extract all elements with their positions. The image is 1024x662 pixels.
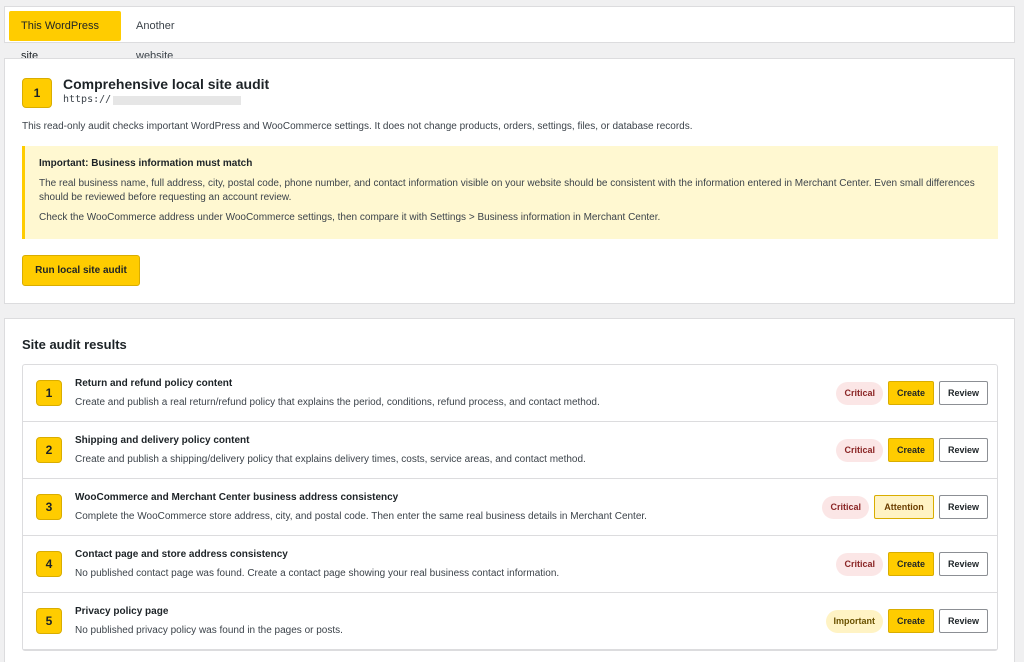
result-number-badge: 3 <box>36 494 62 520</box>
result-title: Shipping and delivery policy content <box>75 435 250 446</box>
result-number-badge: 2 <box>36 437 62 463</box>
notice-text: The real business name, full address, ci… <box>39 178 975 203</box>
severity-badge: Critical <box>836 438 883 462</box>
result-row: 4 Contact page and store address consist… <box>23 536 997 593</box>
notice-text: Check the WooCommerce address under WooC… <box>39 212 661 223</box>
url-redaction <box>113 96 241 105</box>
severity-badge: Critical <box>836 381 883 405</box>
audit-title: Comprehensive local site audit <box>63 76 270 92</box>
results-title: Site audit results <box>22 337 127 352</box>
result-number-badge: 1 <box>36 380 62 406</box>
severity-badge: Important <box>825 609 883 633</box>
create-button[interactable]: Create <box>888 438 934 462</box>
notice-title: Important: Business information must mat… <box>39 158 253 169</box>
tabs-bar: This WordPress site Another website <box>4 6 1015 62</box>
business-info-notice: Important: Business information must mat… <box>22 146 998 239</box>
tab-another-website[interactable]: Another website <box>124 11 226 62</box>
result-title: Contact page and store address consisten… <box>75 549 288 560</box>
audit-step-badge: 1 <box>22 78 52 108</box>
audit-url: https:// <box>63 94 112 105</box>
review-button[interactable]: Review <box>939 495 988 519</box>
result-description: Complete the WooCommerce store address, … <box>75 511 647 522</box>
attention-button[interactable]: Attention <box>874 495 934 519</box>
run-audit-button[interactable]: Run local site audit <box>22 255 140 286</box>
review-button[interactable]: Review <box>939 438 988 462</box>
severity-badge: Critical <box>836 552 883 576</box>
create-button[interactable]: Create <box>888 609 934 633</box>
severity-badge: Critical <box>822 495 869 519</box>
result-description: No published contact page was found. Cre… <box>75 568 560 579</box>
result-description: Create and publish a real return/refund … <box>75 397 600 408</box>
result-title: Return and refund policy content <box>75 378 233 389</box>
result-description: Create and publish a shipping/delivery p… <box>75 454 586 465</box>
create-button[interactable]: Create <box>888 552 934 576</box>
create-button[interactable]: Create <box>888 381 934 405</box>
result-row: 3 WooCommerce and Merchant Center busine… <box>23 479 997 536</box>
review-button[interactable]: Review <box>939 609 988 633</box>
tab-this-wordpress-site[interactable]: This WordPress site <box>9 11 121 62</box>
results-list: 1 Return and refund policy content Creat… <box>22 364 998 651</box>
result-title: WooCommerce and Merchant Center business… <box>75 492 399 503</box>
result-row: 5 Privacy policy page No published priva… <box>23 593 997 650</box>
audit-description: This read-only audit checks important Wo… <box>22 121 693 132</box>
result-row: 1 Return and refund policy content Creat… <box>23 365 997 422</box>
review-button[interactable]: Review <box>939 381 988 405</box>
result-title: Privacy policy page <box>75 606 169 617</box>
result-description: No published privacy policy was found in… <box>75 625 343 636</box>
result-number-badge: 4 <box>36 551 62 577</box>
audit-panel: 1 Comprehensive local site audit https:/… <box>4 58 1015 304</box>
results-panel: Site audit results 1 Return and refund p… <box>4 318 1015 662</box>
review-button[interactable]: Review <box>939 552 988 576</box>
result-number-badge: 5 <box>36 608 62 634</box>
result-row: 2 Shipping and delivery policy content C… <box>23 422 997 479</box>
